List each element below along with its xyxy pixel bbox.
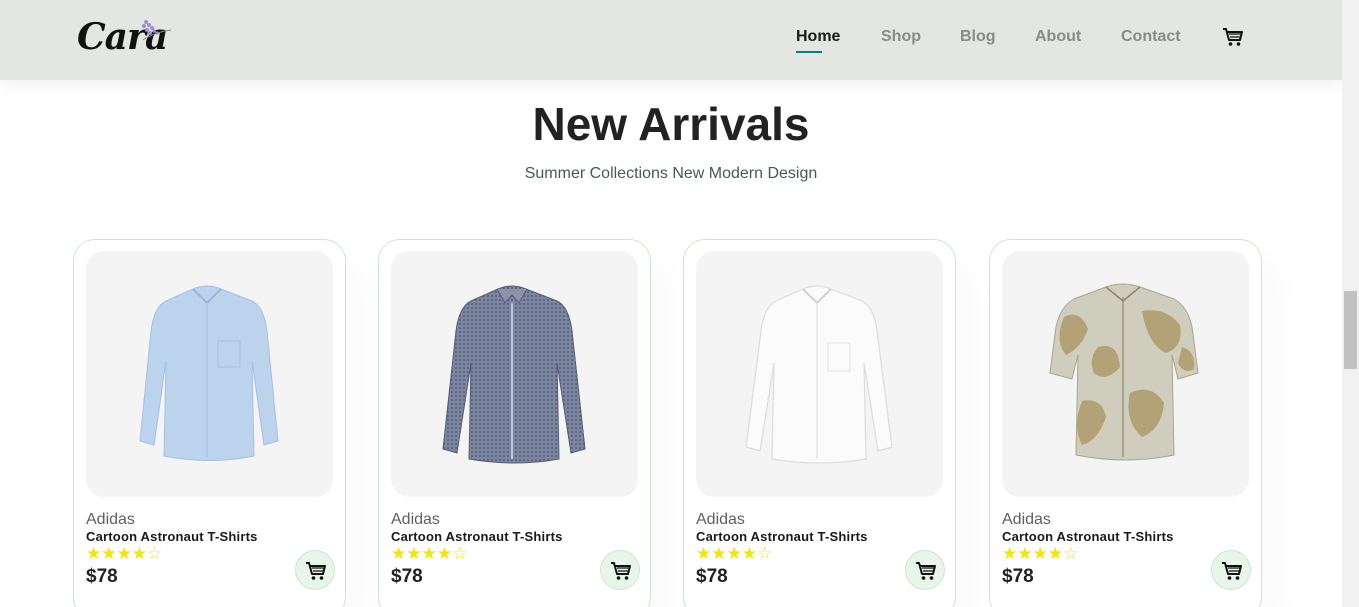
cart-icon[interactable] [1222, 26, 1244, 48]
vertical-scrollbar[interactable] [1342, 0, 1359, 607]
product-image[interactable] [1002, 251, 1249, 497]
product-name: Cartoon Astronaut T-Shirts [86, 529, 258, 544]
product-brand: Adidas [391, 511, 440, 528]
star-rating: ★★★★☆ [391, 544, 468, 563]
shirt-image [139, 285, 279, 461]
cart-icon [1222, 562, 1242, 580]
product-name: Cartoon Astronaut T-Shirts [1002, 529, 1174, 544]
nav-shop[interactable]: Shop [881, 28, 960, 52]
scrollbar-thumb[interactable] [1344, 291, 1357, 369]
main-nav: Home Shop Blog About Contact [796, 28, 1221, 53]
add-to-cart-button[interactable] [905, 550, 945, 590]
product-brand: Adidas [1002, 511, 1051, 528]
shirt-image [442, 285, 586, 464]
product-card[interactable]: Adidas Cartoon Astronaut T-Shirts ★★★★☆ … [378, 239, 651, 607]
product-price: $78 [696, 566, 728, 587]
add-to-cart-button[interactable] [600, 550, 640, 590]
product-card[interactable]: Adidas Cartoon Astronaut T-Shirts ★★★★☆ … [989, 239, 1262, 607]
product-image[interactable] [391, 251, 638, 497]
product-image[interactable] [86, 251, 333, 497]
product-price: $78 [1002, 566, 1034, 587]
nav-blog[interactable]: Blog [960, 28, 1035, 52]
product-image[interactable] [696, 251, 943, 497]
product-price: $78 [86, 566, 118, 587]
page: Cara Home Shop Blog About Contact New Ar… [0, 0, 1342, 607]
shirt-image [745, 285, 893, 464]
product-card[interactable]: Adidas Cartoon Astronaut T-Shirts ★★★★☆ … [73, 239, 346, 607]
shirt-image [1049, 283, 1199, 461]
section-title: New Arrivals [532, 98, 810, 150]
product-brand: Adidas [696, 511, 745, 528]
section-subtitle: Summer Collections New Modern Design [524, 165, 818, 182]
product-price: $78 [391, 566, 423, 587]
cart-icon [916, 562, 936, 580]
add-to-cart-button[interactable] [1211, 550, 1251, 590]
product-card[interactable]: Adidas Cartoon Astronaut T-Shirts ★★★★☆ … [683, 239, 956, 607]
product-name: Cartoon Astronaut T-Shirts [391, 529, 563, 544]
lavender-icon [142, 20, 172, 41]
star-rating: ★★★★☆ [1002, 544, 1079, 563]
logo[interactable]: Cara [75, 14, 175, 58]
cart-icon [306, 562, 326, 580]
product-name: Cartoon Astronaut T-Shirts [696, 529, 868, 544]
nav-contact[interactable]: Contact [1121, 28, 1221, 52]
nav-home[interactable]: Home [796, 28, 881, 53]
product-brand: Adidas [86, 511, 135, 528]
star-rating: ★★★★☆ [696, 544, 773, 563]
add-to-cart-button[interactable] [295, 550, 335, 590]
star-rating: ★★★★☆ [86, 544, 163, 563]
cart-icon [611, 562, 631, 580]
nav-about[interactable]: About [1035, 28, 1121, 52]
site-header: Cara Home Shop Blog About Contact [0, 0, 1342, 80]
